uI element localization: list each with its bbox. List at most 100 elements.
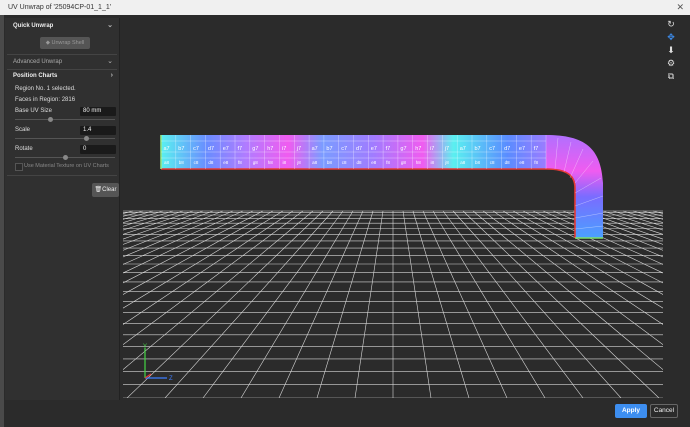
uv-cell-label: h7: [267, 146, 273, 152]
grid-line: [652, 210, 690, 221]
grid-line: [432, 210, 546, 399]
floor-grid: [0, 210, 690, 399]
uv-cell-label: d8: [505, 160, 511, 165]
section-position-charts-title: Position Charts: [13, 73, 58, 79]
grid-line: [354, 210, 384, 399]
window-title: UV Unwrap of '25094CP-01_1_1': [8, 4, 112, 11]
uv-cell-label: c8: [342, 160, 347, 165]
base-uv-size-input[interactable]: 80 mm: [80, 107, 116, 116]
grid-line: [50, 210, 304, 399]
uv-cell-label: f7: [534, 146, 539, 152]
uv-cell-label: b7: [178, 146, 184, 152]
close-icon[interactable]: ✕: [676, 0, 684, 15]
grid-line: [502, 210, 690, 325]
grid-line: [278, 210, 364, 399]
uv-cell-label: j8: [296, 160, 301, 165]
3d-viewport[interactable]: a7 b7 c7 d7 e7 f7 g7 h7 i7 j7 a7 b7 c7 d7 e7 f7 g7 h7 i7 j7…: [0, 18, 690, 399]
arrows-icon[interactable]: ✥: [665, 31, 677, 43]
grid-line: [0, 210, 254, 333]
window-titlebar: UV Unwrap of '25094CP-01_1_1' ✕: [0, 0, 690, 15]
uv-cell-label: b8: [327, 160, 333, 165]
uv-cell-label: h7: [415, 146, 421, 152]
uv-cell-label: i7: [282, 146, 286, 152]
uv-cell-label: f7: [386, 146, 391, 152]
grid-line: [462, 210, 660, 399]
uv-cell-label: f8: [386, 160, 390, 165]
uv-cell-label: g7: [400, 146, 406, 152]
section-position-charts[interactable]: Position Charts ›: [5, 68, 119, 84]
uv-cell-label: e7: [223, 146, 229, 152]
uv-cell-label: d7: [208, 146, 214, 152]
svg-text:Z: Z: [169, 376, 173, 382]
uv-cell-label: a8: [460, 160, 466, 165]
faces-in-region-text: Faces in Region: 2816: [15, 97, 76, 103]
base-uv-size-slider[interactable]: [15, 117, 115, 122]
grid-line: [0, 210, 264, 347]
rotate-input[interactable]: 0: [80, 145, 116, 154]
grid-line: [202, 210, 344, 399]
settings-icon[interactable]: ⚙: [665, 57, 677, 69]
grid-line: [0, 210, 284, 384]
clear-label: Clear: [102, 187, 117, 193]
refresh-icon[interactable]: ↻: [665, 18, 677, 30]
download-icon[interactable]: ⬇: [665, 44, 677, 56]
grid-line: [582, 210, 690, 249]
pipe-mesh[interactable]: a7 b7 c7 d7 e7 f7 g7 h7 i7 j7 a7 b7 c7 d7 e7 f7 g7 h7 i7 j7…: [160, 135, 604, 239]
section-quick-unwrap[interactable]: Quick Unwrap ⌄: [5, 18, 119, 34]
axis-gizmo: Y Z: [143, 344, 173, 382]
uv-cell-label: c7: [341, 146, 347, 152]
chevron-right-icon: ›: [110, 72, 113, 79]
grid-line: [0, 210, 204, 283]
grid-line: [0, 210, 144, 250]
grid-line: [642, 210, 690, 224]
grid-line: [412, 210, 470, 399]
uv-cell-label: e7: [371, 146, 377, 152]
uv-side-panel: Quick Unwrap ⌄ ◆ Unwrap Shell Advanced U…: [5, 18, 120, 400]
grid-line: [552, 210, 690, 269]
grid-line: [240, 210, 354, 399]
slider-handle[interactable]: [63, 155, 68, 160]
grid-line: [0, 210, 194, 276]
view-cube-icon[interactable]: ⧉: [665, 70, 677, 82]
uv-cell-label: g7: [252, 146, 258, 152]
uv-cell-label: e8: [223, 160, 229, 165]
uv-cell-label: e8: [519, 160, 525, 165]
grid-line: [316, 210, 374, 399]
uv-cell-label: d7: [504, 146, 510, 152]
grid-line: [522, 210, 690, 298]
uv-cell-label: b7: [475, 146, 481, 152]
grid-line: [126, 210, 324, 399]
uv-cell-label: j8: [444, 160, 449, 165]
scale-input[interactable]: 1.4: [80, 126, 116, 135]
chevron-down-icon: ⌄: [107, 22, 113, 29]
grid-line: [0, 210, 234, 309]
uv-cell-label: g8: [253, 160, 259, 165]
grid-line: [442, 210, 584, 399]
grid-line: [532, 210, 690, 287]
section-quick-unwrap-title: Quick Unwrap: [13, 23, 54, 29]
grid-line: [572, 210, 690, 255]
uv-cell-label: a7: [312, 146, 318, 152]
uv-cell-label: c8: [490, 160, 495, 165]
scale-slider[interactable]: [15, 136, 115, 141]
uv-cell-label: b8: [475, 160, 481, 165]
unwrap-shell-button[interactable]: ◆ Unwrap Shell: [40, 37, 90, 49]
uv-cell-label: j7: [444, 146, 449, 152]
uv-cell-label: c7: [489, 146, 495, 152]
uv-cell-label: f8: [238, 160, 242, 165]
uv-cell-label: d7: [356, 146, 362, 152]
rotate-slider[interactable]: [15, 155, 115, 160]
region-selected-text: Region No. 1 selected.: [15, 86, 76, 92]
uv-cell-label: a7: [164, 146, 170, 152]
clear-button[interactable]: 🗑Clear: [92, 183, 119, 197]
uv-cell-label: e7: [519, 146, 525, 152]
apply-button[interactable]: Apply: [615, 404, 647, 418]
uv-cell-label: i7: [430, 146, 434, 152]
slider-handle[interactable]: [48, 117, 53, 122]
slider-handle[interactable]: [84, 136, 89, 141]
uv-cell-label: i8: [283, 160, 287, 165]
use-material-checkbox[interactable]: [15, 163, 23, 171]
uv-cell-label: e8: [371, 160, 377, 165]
cancel-button[interactable]: Cancel: [650, 404, 678, 418]
uv-cell-label: a8: [164, 160, 170, 165]
